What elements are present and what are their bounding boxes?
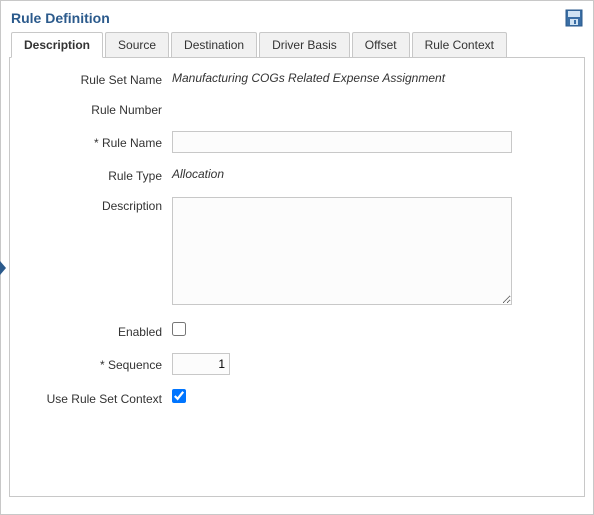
panel-collapse-handle[interactable] [0, 261, 6, 275]
row-enabled: Enabled [22, 322, 572, 339]
tab-label: Driver Basis [272, 38, 337, 52]
label-sequence: Sequence [22, 356, 172, 372]
value-rule-set-name: Manufacturing COGs Related Expense Assig… [172, 71, 572, 85]
row-rule-name: Rule Name [22, 131, 572, 153]
label-enabled: Enabled [22, 323, 172, 339]
tab-label: Source [118, 38, 156, 52]
label-rule-type: Rule Type [22, 167, 172, 183]
tab-label: Rule Context [425, 38, 494, 52]
sequence-input[interactable] [172, 353, 230, 375]
row-rule-set-name: Rule Set Name Manufacturing COGs Related… [22, 71, 572, 87]
tab-source[interactable]: Source [105, 32, 169, 57]
enabled-checkbox[interactable] [172, 322, 186, 336]
tab-offset[interactable]: Offset [352, 32, 410, 57]
tab-label: Offset [365, 38, 397, 52]
save-icon[interactable] [565, 9, 583, 27]
tab-label: Description [24, 38, 90, 52]
rule-name-input[interactable] [172, 131, 512, 153]
value-rule-type: Allocation [172, 167, 572, 181]
panel-title: Rule Definition [11, 10, 110, 26]
row-use-rule-set-context: Use Rule Set Context [22, 389, 572, 406]
use-rule-set-context-checkbox[interactable] [172, 389, 186, 403]
label-rule-number: Rule Number [22, 101, 172, 117]
tab-label: Destination [184, 38, 244, 52]
row-sequence: Sequence [22, 353, 572, 375]
rule-definition-panel: Rule Definition Description Source Desti… [0, 0, 594, 515]
label-rule-name: Rule Name [22, 134, 172, 150]
row-rule-type: Rule Type Allocation [22, 167, 572, 183]
tab-driver-basis[interactable]: Driver Basis [259, 32, 350, 57]
tab-body-description: Rule Set Name Manufacturing COGs Related… [9, 57, 585, 497]
label-use-rule-set-context: Use Rule Set Context [22, 390, 172, 406]
description-textarea[interactable] [172, 197, 512, 305]
row-rule-number: Rule Number [22, 101, 572, 117]
tab-bar: Description Source Destination Driver Ba… [9, 32, 585, 58]
label-rule-set-name: Rule Set Name [22, 71, 172, 87]
label-description: Description [22, 197, 172, 213]
tab-destination[interactable]: Destination [171, 32, 257, 57]
row-description: Description [22, 197, 572, 308]
tab-rule-context[interactable]: Rule Context [412, 32, 507, 57]
tab-description[interactable]: Description [11, 32, 103, 58]
panel-header: Rule Definition [9, 7, 585, 31]
